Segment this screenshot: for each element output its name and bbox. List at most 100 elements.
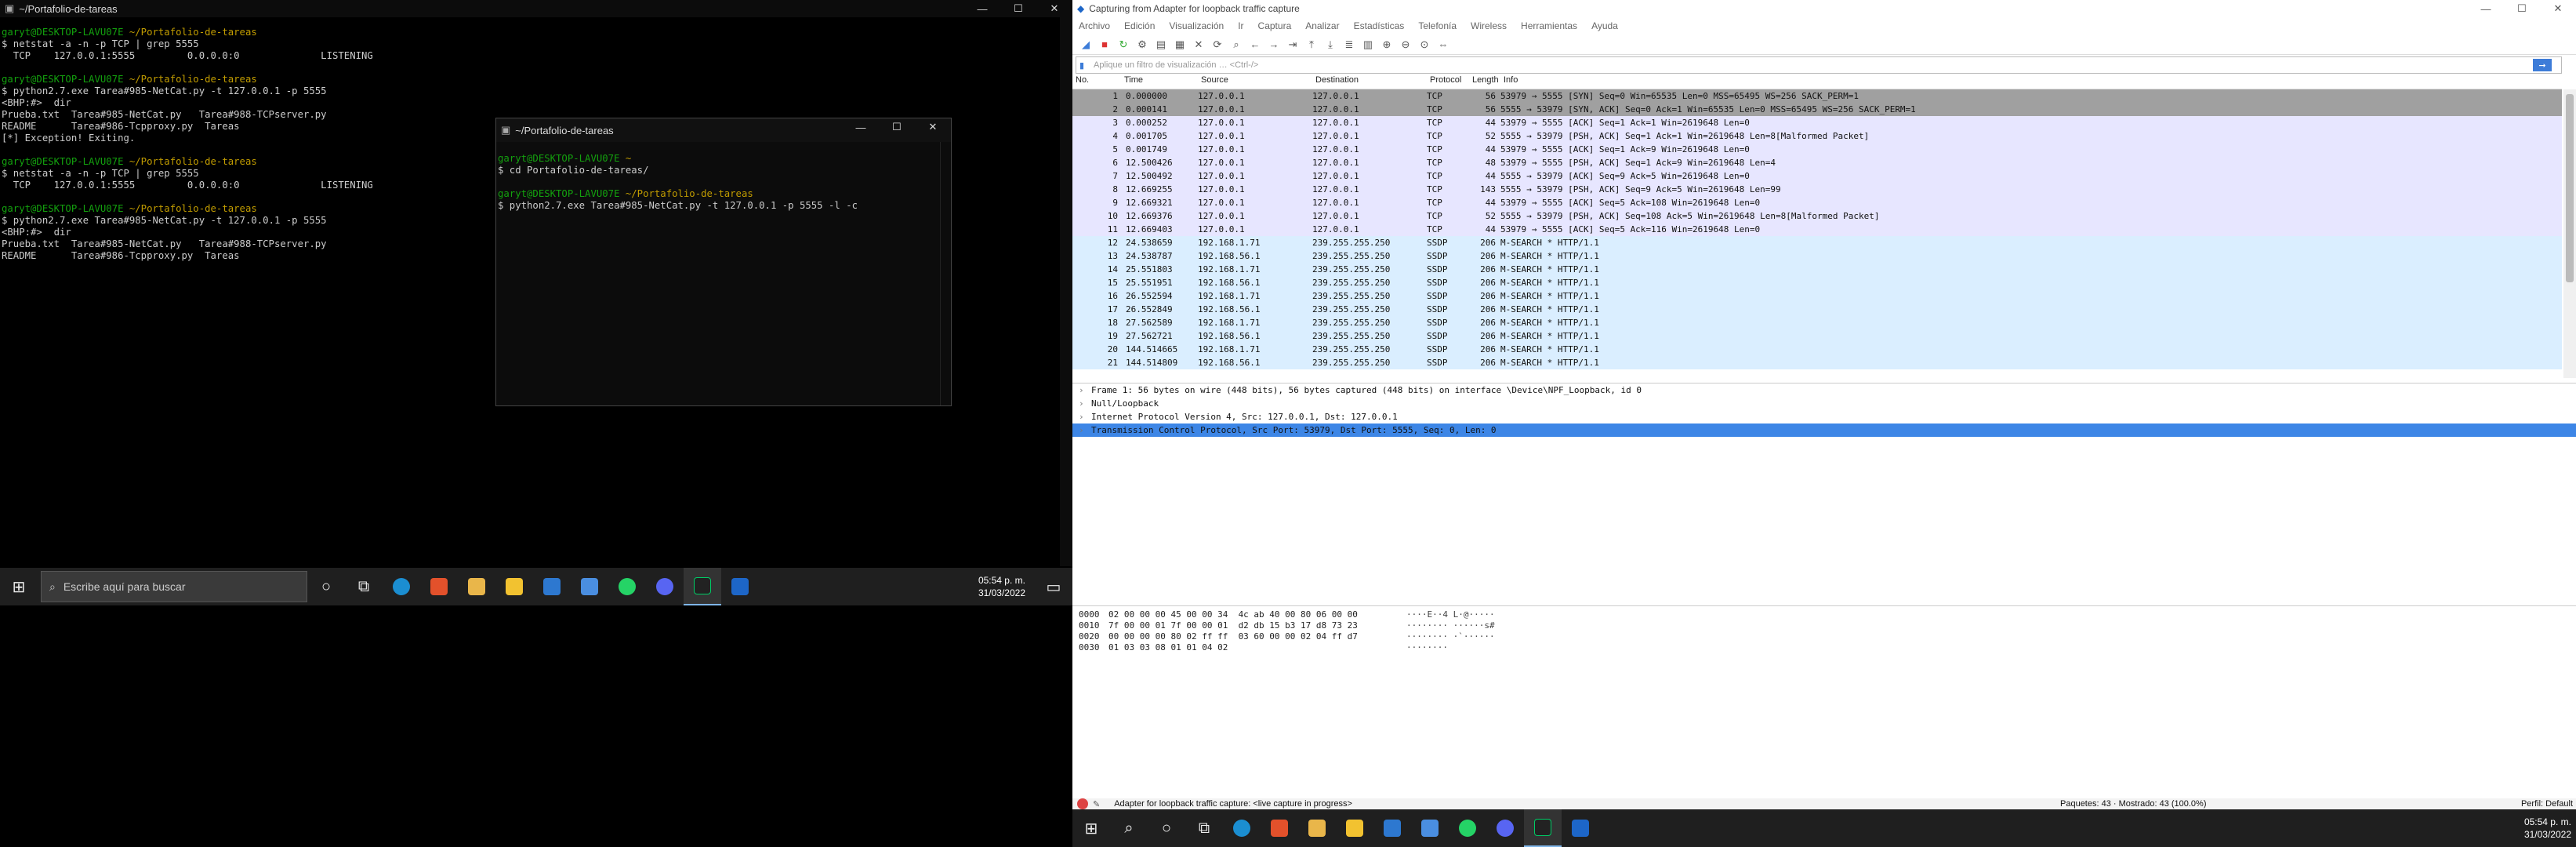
- discord-icon[interactable]: [646, 568, 684, 605]
- packet-row[interactable]: 2 0.000141 127.0.0.1 127.0.0.1 TCP 56 5555 → 5…: [1072, 103, 2562, 116]
- col-no[interactable]: No.: [1072, 75, 1121, 89]
- whatsapp-icon[interactable]: [608, 568, 646, 605]
- zoom-in-icon[interactable]: ⊕: [1378, 38, 1395, 52]
- open-file-icon[interactable]: ▤: [1152, 38, 1170, 52]
- packet-row[interactable]: 15 25.551951 192.168.56.1 239.255.255.250 SS…: [1072, 276, 2562, 289]
- start-capture-icon[interactable]: ◢: [1077, 38, 1094, 52]
- restart-capture-icon[interactable]: ↻: [1115, 38, 1132, 52]
- wireshark-taskbar-icon[interactable]: [1562, 809, 1599, 847]
- expand-arrow-icon[interactable]: ›: [1079, 397, 1091, 410]
- discord-icon[interactable]: [1486, 809, 1524, 847]
- packet-row[interactable]: 4 0.001705 127.0.0.1 127.0.0.1 TCP 52 5555 → 5…: [1072, 129, 2562, 143]
- expand-arrow-icon[interactable]: ›: [1079, 424, 1091, 437]
- col-info[interactable]: Info: [1500, 75, 2562, 89]
- bookmark-icon[interactable]: ▮: [1079, 60, 1084, 71]
- terminal-scrollbar[interactable]: [1060, 17, 1072, 566]
- packet-list-scrollbar[interactable]: [2563, 89, 2576, 378]
- taskbar-clock[interactable]: 05:54 p. m. 31/03/2022: [2524, 816, 2571, 841]
- expand-arrow-icon[interactable]: ›: [1079, 384, 1091, 397]
- terminal-taskbar-icon[interactable]: [1524, 809, 1562, 847]
- windows-start-icon[interactable]: ⊞: [1072, 809, 1110, 847]
- go-to-packet-icon[interactable]: ⇥: [1284, 38, 1301, 52]
- packet-list[interactable]: 1 0.000000 127.0.0.1 127.0.0.1 TCP 56 53979 → …: [1072, 89, 2562, 378]
- menu-item-8[interactable]: Wireless: [1471, 20, 1507, 31]
- menu-item-1[interactable]: Edición: [1124, 20, 1155, 31]
- notifications-icon[interactable]: ▭: [1035, 568, 1072, 605]
- second-terminal-output[interactable]: garyt@DESKTOP-LAVU07E ~ $ cd Portafolio-d…: [498, 153, 858, 212]
- packet-row[interactable]: 20 144.514665 192.168.1.71 239.255.255.250 S…: [1072, 343, 2562, 356]
- menu-item-4[interactable]: Captura: [1258, 20, 1292, 31]
- bytes-row[interactable]: 0020 00 00 00 00 80 02 ff ff 03 60 00 00 …: [1072, 631, 2576, 642]
- taskbar-search-box[interactable]: ⌕ Escribe aquí para buscar: [41, 571, 307, 602]
- zoom-out-icon[interactable]: ⊖: [1397, 38, 1414, 52]
- store-icon[interactable]: [1336, 809, 1373, 847]
- packet-row[interactable]: 7 12.500492 127.0.0.1 127.0.0.1 TCP 44 5555 → …: [1072, 169, 2562, 183]
- menu-item-7[interactable]: Telefonía: [1418, 20, 1457, 31]
- teams-icon[interactable]: [1411, 809, 1449, 847]
- packet-row[interactable]: 21 144.514809 192.168.56.1 239.255.255.250 S…: [1072, 356, 2562, 369]
- status-profile[interactable]: Perfil: Default: [2521, 799, 2573, 809]
- go-forward-icon[interactable]: →: [1265, 38, 1283, 52]
- packet-row[interactable]: 9 12.669321 127.0.0.1 127.0.0.1 TCP 44 53979 →…: [1072, 196, 2562, 209]
- minimize-button[interactable]: —: [964, 0, 1000, 17]
- colorize-icon[interactable]: ▥: [1359, 38, 1377, 52]
- menu-item-0[interactable]: Archivo: [1079, 20, 1110, 31]
- cortana-icon[interactable]: ○: [1148, 809, 1185, 847]
- whatsapp-icon[interactable]: [1449, 809, 1486, 847]
- packet-row[interactable]: 16 26.552594 192.168.1.71 239.255.255.250 SS…: [1072, 289, 2562, 303]
- second-terminal-title-bar[interactable]: ▣ ~/Portafolio-de-tareas — ☐ ✕: [496, 118, 951, 142]
- reload-icon[interactable]: ⟳: [1209, 38, 1226, 52]
- last-packet-icon[interactable]: ⤓: [1322, 38, 1339, 52]
- packet-row[interactable]: 12 24.538659 192.168.1.71 239.255.255.250 SS…: [1072, 236, 2562, 249]
- menu-item-9[interactable]: Herramientas: [1521, 20, 1577, 31]
- detail-tree-item[interactable]: › Null/Loopback: [1072, 397, 2576, 410]
- detail-tree-item[interactable]: › Transmission Control Protocol, Src Port…: [1072, 424, 2576, 437]
- first-packet-icon[interactable]: ⤒: [1303, 38, 1320, 52]
- minimize-button[interactable]: —: [2468, 0, 2504, 17]
- bytes-row[interactable]: 0010 7f 00 00 01 7f 00 00 01 d2 db 15 b3 …: [1072, 620, 2576, 631]
- packet-row[interactable]: 19 27.562721 192.168.56.1 239.255.255.250 SS…: [1072, 329, 2562, 343]
- mail-icon[interactable]: [533, 568, 571, 605]
- terminal-taskbar-icon[interactable]: [684, 568, 721, 605]
- edge-icon[interactable]: [1223, 809, 1261, 847]
- packet-bytes-pane[interactable]: 0000 02 00 00 00 45 00 00 34 4c ab 40 00 …: [1072, 605, 2576, 802]
- packet-row[interactable]: 18 27.562589 192.168.1.71 239.255.255.250 SS…: [1072, 316, 2562, 329]
- maximize-button[interactable]: ☐: [879, 118, 915, 136]
- packet-row[interactable]: 13 24.538787 192.168.56.1 239.255.255.250 SS…: [1072, 249, 2562, 263]
- status-edit-icon[interactable]: ✎: [1093, 799, 1100, 809]
- resize-columns-icon[interactable]: ⇔: [1435, 38, 1452, 52]
- save-file-icon[interactable]: ▦: [1171, 38, 1188, 52]
- packet-row[interactable]: 17 26.552849 192.168.56.1 239.255.255.250 SS…: [1072, 303, 2562, 316]
- detail-tree-item[interactable]: › Frame 1: 56 bytes on wire (448 bits), 5…: [1072, 384, 2576, 397]
- close-button[interactable]: ✕: [1036, 0, 1072, 17]
- menu-item-6[interactable]: Estadísticas: [1354, 20, 1405, 31]
- packet-details-pane[interactable]: › Frame 1: 56 bytes on wire (448 bits), 5…: [1072, 383, 2576, 594]
- wireshark-title-bar[interactable]: ◆ Capturing from Adapter for loopback tr…: [1072, 0, 2576, 17]
- task-view-icon[interactable]: ⧉: [1185, 809, 1223, 847]
- brave-icon[interactable]: [1261, 809, 1298, 847]
- cortana-icon[interactable]: ○: [307, 568, 345, 605]
- windows-start-icon[interactable]: ⊞: [0, 568, 38, 605]
- bytes-row[interactable]: 0000 02 00 00 00 45 00 00 34 4c ab 40 00 …: [1072, 609, 2576, 620]
- close-button[interactable]: ✕: [2540, 0, 2576, 17]
- packet-row[interactable]: 10 12.669376 127.0.0.1 127.0.0.1 TCP 52 5555 →…: [1072, 209, 2562, 223]
- expert-info-icon[interactable]: [1077, 798, 1088, 809]
- detail-tree-item[interactable]: › Internet Protocol Version 4, Src: 127.0…: [1072, 410, 2576, 424]
- store-icon[interactable]: [495, 568, 533, 605]
- edge-icon[interactable]: [383, 568, 420, 605]
- maximize-button[interactable]: ☐: [2504, 0, 2540, 17]
- mail-icon[interactable]: [1373, 809, 1411, 847]
- terminal-title-bar[interactable]: ▣ ~/Portafolio-de-tareas — ☐ ✕: [0, 0, 1072, 17]
- expand-arrow-icon[interactable]: ›: [1079, 410, 1091, 424]
- taskbar-clock[interactable]: 05:54 p. m. 31/03/2022: [978, 574, 1025, 599]
- close-file-icon[interactable]: ✕: [1190, 38, 1207, 52]
- packet-row[interactable]: 14 25.551803 192.168.1.71 239.255.255.250 SS…: [1072, 263, 2562, 276]
- display-filter-input[interactable]: ▮ Aplique un filtro de visualización … <…: [1076, 56, 2562, 74]
- packet-row[interactable]: 8 12.669255 127.0.0.1 127.0.0.1 TCP 143 5555 →…: [1072, 183, 2562, 196]
- task-view-icon[interactable]: ⧉: [345, 568, 383, 605]
- col-destination[interactable]: Destination: [1312, 75, 1427, 89]
- menu-item-2[interactable]: Visualización: [1169, 20, 1224, 31]
- col-length[interactable]: Length: [1469, 75, 1500, 89]
- apply-filter-button[interactable]: ➞: [2533, 59, 2552, 71]
- second-terminal-window[interactable]: ▣ ~/Portafolio-de-tareas — ☐ ✕ garyt@DES…: [495, 118, 952, 406]
